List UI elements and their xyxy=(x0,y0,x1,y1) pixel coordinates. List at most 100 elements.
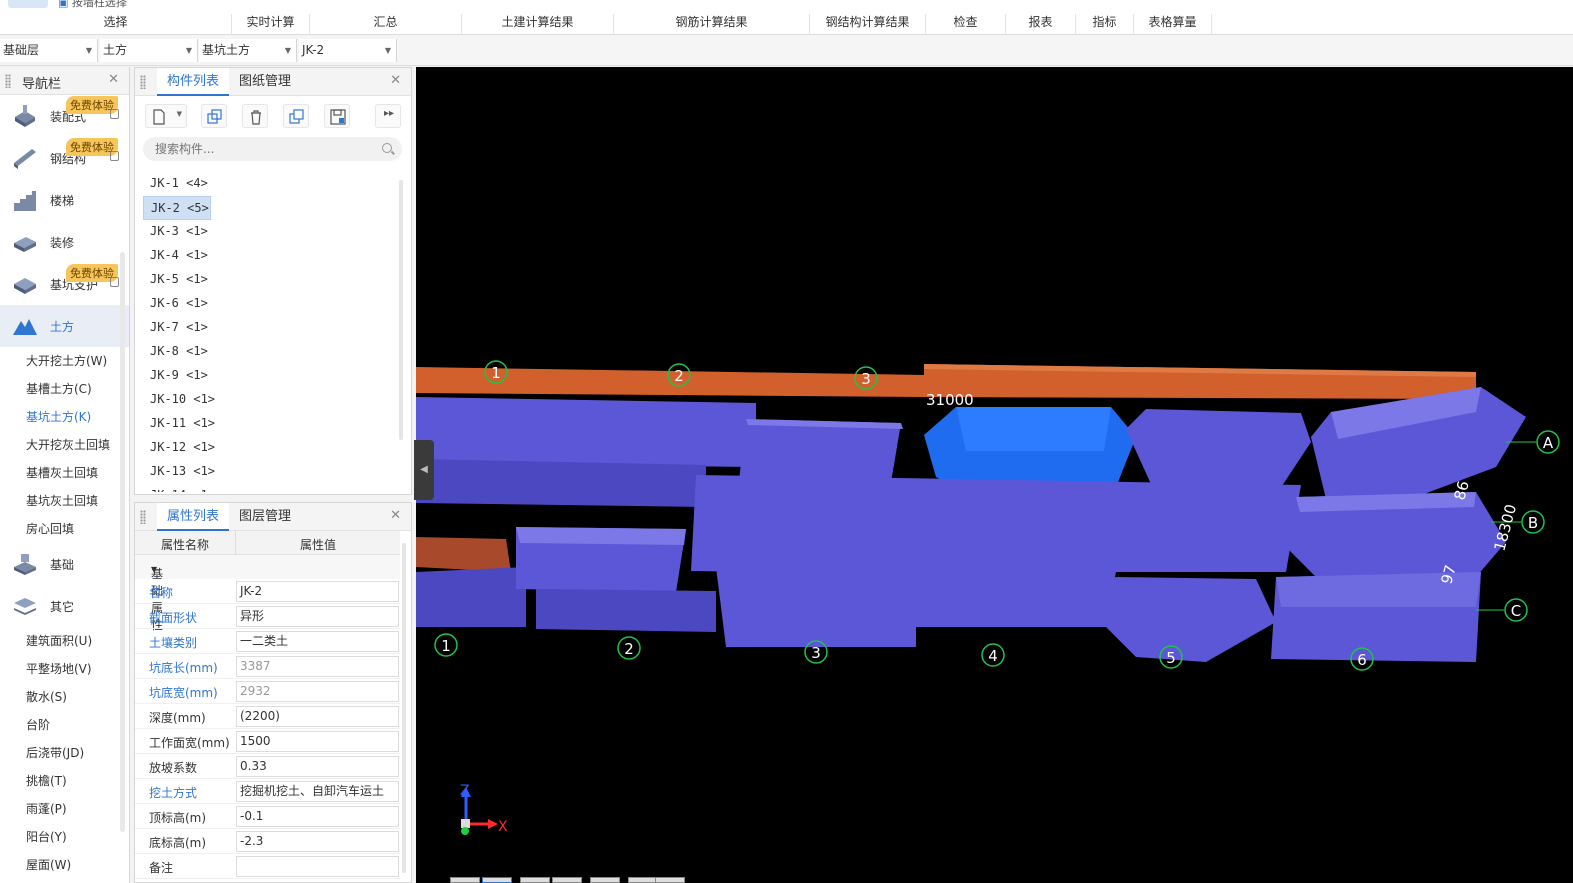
layers-icon xyxy=(14,598,36,615)
property-value-field[interactable]: 1500 xyxy=(236,731,399,752)
property-value-field[interactable]: -2.3 xyxy=(236,831,399,852)
nav-item-steps[interactable]: 台阶 xyxy=(0,711,129,739)
3d-viewport[interactable]: 1 2 3 1 2 3 4 5 6 A B C 31000 18300 86 9… xyxy=(416,67,1573,883)
list-item[interactable]: JK-13 <1> xyxy=(143,460,398,484)
list-item[interactable]: JK-5 <1> xyxy=(143,268,398,292)
nav-item-balcony[interactable]: 阳台(Y) xyxy=(0,823,129,851)
drag-handle-icon[interactable] xyxy=(140,75,146,89)
pit xyxy=(911,569,1116,627)
close-icon[interactable]: ✕ xyxy=(390,508,401,523)
ribbon-group-table-quantity[interactable]: 表格算量 xyxy=(1134,14,1212,35)
floor-select[interactable]: 基础层 ▼ xyxy=(0,39,98,62)
more-button[interactable]: ▸▸ xyxy=(375,104,401,128)
nav-item-trench-earthwork[interactable]: 基槽土方(C) xyxy=(0,375,129,403)
search-icon[interactable] xyxy=(382,143,392,153)
status-button[interactable] xyxy=(450,877,480,883)
select-by-wall-column-button[interactable]: ▣ 按墙柱选择 xyxy=(58,0,127,10)
nav-category-foundation[interactable]: 基础 xyxy=(0,543,129,585)
type-select[interactable]: 基坑土方 ▼ xyxy=(199,39,297,62)
status-button[interactable] xyxy=(520,877,550,883)
ribbon-group-check[interactable]: 检查 xyxy=(926,14,1006,35)
nav-item-open-excavation[interactable]: 大开挖土方(W) xyxy=(0,347,129,375)
tab-property-list[interactable]: 属性列表 xyxy=(157,503,230,531)
list-item[interactable]: JK-1 <4> xyxy=(143,172,398,196)
ribbon-selected-tool[interactable] xyxy=(8,0,48,8)
status-button[interactable] xyxy=(628,877,658,883)
nav-item-roof[interactable]: 屋面(W) xyxy=(0,851,129,879)
property-value-field[interactable]: JK-2 xyxy=(236,581,399,602)
nav-item-room-backfill[interactable]: 房心回填 xyxy=(0,515,129,543)
nav-category-other[interactable]: 其它 xyxy=(0,585,129,627)
property-value-field[interactable]: 0.33 xyxy=(236,756,399,777)
nav-item-open-lime-backfill[interactable]: 大开挖灰土回填 xyxy=(0,431,129,459)
property-scrollbar[interactable] xyxy=(402,543,406,873)
property-value-field[interactable]: (2200) xyxy=(236,706,399,727)
property-value-field[interactable]: 一二类土 xyxy=(236,631,399,652)
nav-category-prefab[interactable]: 装配式 免费体验 xyxy=(0,95,129,137)
ribbon-group-indicators[interactable]: 指标 xyxy=(1076,14,1134,35)
ribbon-group-select[interactable]: 选择 xyxy=(0,14,232,35)
list-item[interactable]: JK-8 <1> xyxy=(143,340,398,364)
nav-item-building-area[interactable]: 建筑面积(U) xyxy=(0,627,129,655)
component-select[interactable]: JK-2 ▼ xyxy=(299,39,397,62)
decoration-icon xyxy=(14,237,36,252)
nav-category-stairs[interactable]: 楼梯 xyxy=(0,179,129,221)
search-input[interactable] xyxy=(143,137,363,161)
list-item[interactable]: JK-9 <1> xyxy=(143,364,398,388)
list-item[interactable]: JK-10 <1> xyxy=(143,388,398,412)
status-button[interactable] xyxy=(590,877,620,883)
property-value-field[interactable]: 异形 xyxy=(236,606,399,627)
property-value-field[interactable]: 挖掘机挖土、自卸汽车运土 xyxy=(236,781,399,802)
list-item[interactable]: JK-4 <1> xyxy=(143,244,398,268)
ribbon-group-rebar-results[interactable]: 钢筋计算结果 xyxy=(614,14,810,35)
nav-item-canopy[interactable]: 雨蓬(P) xyxy=(0,795,129,823)
status-button[interactable] xyxy=(552,877,582,883)
list-item[interactable]: JK-11 <1> xyxy=(143,412,398,436)
nav-item-trench-lime-backfill[interactable]: 基槽灰土回填 xyxy=(0,459,129,487)
ribbon-group-civil-results[interactable]: 土建计算结果 xyxy=(462,14,614,35)
list-item[interactable]: JK-14 <1> xyxy=(143,484,398,492)
status-button[interactable] xyxy=(482,877,512,883)
list-item[interactable]: JK-3 <1> xyxy=(143,220,398,244)
component-list-scrollbar[interactable] xyxy=(399,180,403,440)
list-item[interactable]: JK-6 <1> xyxy=(143,292,398,316)
drag-handle-icon[interactable] xyxy=(140,510,146,524)
duplicate-layer-button[interactable] xyxy=(283,104,309,128)
nav-item-post-cast-strip[interactable]: 后浇带(JD) xyxy=(0,739,129,767)
drag-handle-icon[interactable] xyxy=(5,74,11,88)
category-select[interactable]: 土方 ▼ xyxy=(100,39,198,62)
nav-item-eaves[interactable]: 挑檐(T) xyxy=(0,767,129,795)
nav-item-pit-earthwork[interactable]: 基坑土方(K) xyxy=(0,403,129,431)
copy-button[interactable] xyxy=(201,104,227,128)
nav-category-decoration[interactable]: 装修 xyxy=(0,221,129,263)
property-value-field[interactable]: -0.1 xyxy=(236,806,399,827)
list-item[interactable]: JK-12 <1> xyxy=(143,436,398,460)
nav-scrollbar[interactable] xyxy=(120,252,125,832)
ribbon-group-summary[interactable]: 汇总 xyxy=(310,14,462,35)
nav-item-apron[interactable]: 散水(S) xyxy=(0,683,129,711)
save-button[interactable] xyxy=(324,104,350,128)
delete-button[interactable] xyxy=(242,104,268,128)
property-value-field[interactable]: 3387 xyxy=(236,656,399,677)
property-group[interactable]: ▼ 基础属性 xyxy=(135,555,400,632)
nav-category-pit-support[interactable]: 基坑支护 免费体验 xyxy=(0,263,129,305)
new-component-button[interactable]: ▼ xyxy=(145,104,187,128)
ribbon-group-realtime-calc[interactable]: 实时计算 xyxy=(232,14,310,35)
tab-layer-management[interactable]: 图层管理 xyxy=(229,503,301,531)
nav-item-site-leveling[interactable]: 平整场地(V) xyxy=(0,655,129,683)
close-icon[interactable]: ✕ xyxy=(390,73,401,88)
status-button[interactable] xyxy=(655,877,685,883)
nav-category-earthwork[interactable]: 土方 xyxy=(0,305,129,347)
property-value-field[interactable] xyxy=(236,856,399,877)
nav-category-steel[interactable]: 钢结构 免费体验 xyxy=(0,137,129,179)
tab-component-list[interactable]: 构件列表 xyxy=(157,68,230,96)
ribbon-group-steel-results[interactable]: 钢结构计算结果 xyxy=(810,14,926,35)
collapse-panel-button[interactable]: ◀ xyxy=(414,440,434,500)
ribbon-group-report[interactable]: 报表 xyxy=(1006,14,1076,35)
close-icon[interactable]: ✕ xyxy=(108,72,119,87)
property-value-field[interactable]: 2932 xyxy=(236,681,399,702)
nav-item-pit-lime-backfill[interactable]: 基坑灰土回填 xyxy=(0,487,129,515)
list-item[interactable]: JK-7 <1> xyxy=(143,316,398,340)
tab-drawing-management[interactable]: 图纸管理 xyxy=(229,68,301,96)
list-item-selected[interactable]: JK-2 <5> xyxy=(143,196,211,220)
